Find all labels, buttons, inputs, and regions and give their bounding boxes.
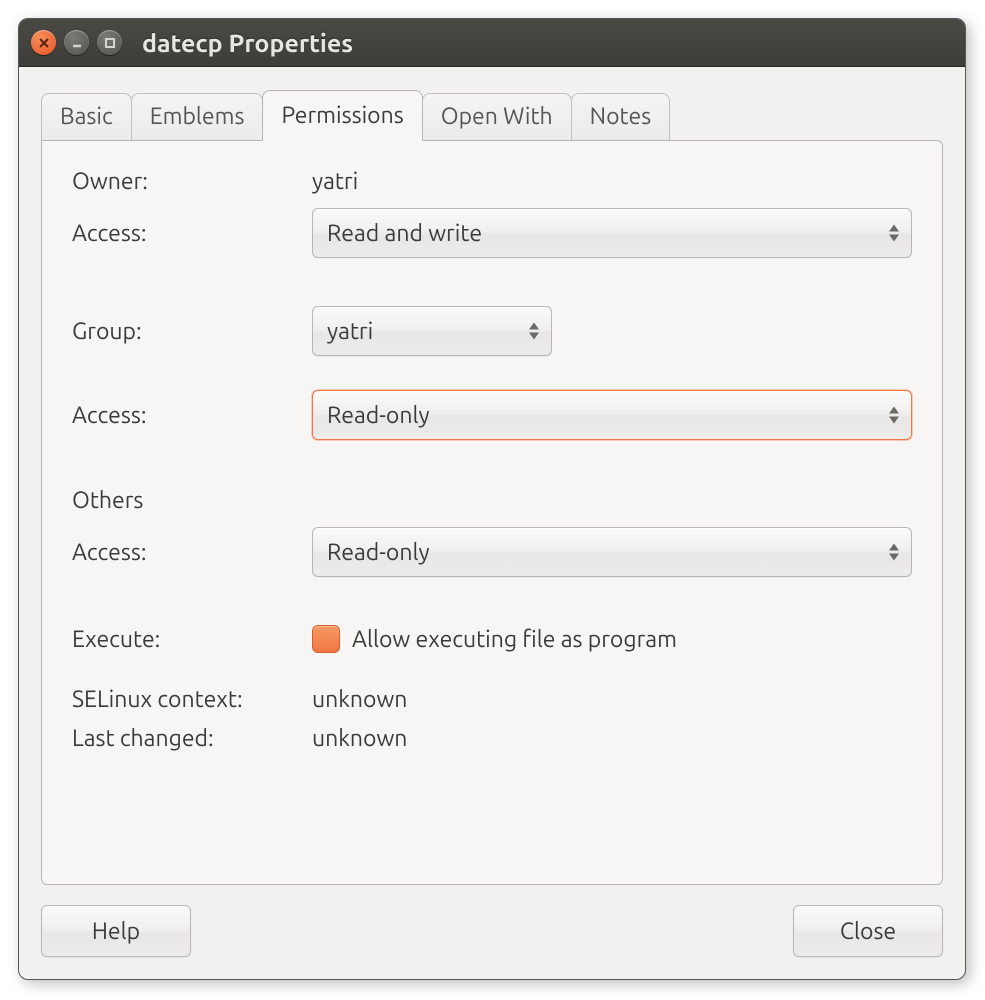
group-access-label: Access: <box>72 403 312 428</box>
selinux-label: SELinux context: <box>72 687 312 712</box>
owner-access-select[interactable]: Read and write <box>312 208 912 258</box>
tab-emblems[interactable]: Emblems <box>131 93 264 141</box>
minimize-icon <box>71 37 83 49</box>
permissions-panel: Owner: yatri Access: Read and write Grou… <box>41 140 943 885</box>
help-button[interactable]: Help <box>41 905 191 957</box>
chevron-spin-icon <box>887 407 901 424</box>
tabstrip: Basic Emblems Permissions Open With Note… <box>41 89 943 140</box>
window-maximize-button[interactable] <box>97 30 122 55</box>
owner-label: Owner: <box>72 169 312 194</box>
owner-value: yatri <box>312 169 912 194</box>
owner-access-value: Read and write <box>327 221 482 246</box>
selinux-value: unknown <box>312 687 912 712</box>
window-minimize-button[interactable] <box>64 30 89 55</box>
execute-label: Execute: <box>72 627 312 652</box>
maximize-icon <box>104 37 116 49</box>
client-area: Basic Emblems Permissions Open With Note… <box>19 67 965 979</box>
chevron-spin-icon <box>527 323 541 340</box>
titlebar[interactable]: datecp Properties <box>19 19 965 67</box>
group-value: yatri <box>327 319 373 344</box>
group-select[interactable]: yatri <box>312 306 552 356</box>
tab-basic[interactable]: Basic <box>41 93 132 141</box>
footer: Help Close <box>41 885 943 957</box>
lastchanged-value: unknown <box>312 726 912 751</box>
lastchanged-label: Last changed: <box>72 726 312 751</box>
others-label: Others <box>72 488 312 513</box>
tab-open-with[interactable]: Open With <box>422 93 572 141</box>
group-access-select[interactable]: Read-only <box>312 390 912 440</box>
others-access-value: Read-only <box>327 540 430 565</box>
chevron-spin-icon <box>887 544 901 561</box>
close-button[interactable]: Close <box>793 905 943 957</box>
execute-checkbox[interactable] <box>312 625 340 653</box>
properties-window: datecp Properties Basic Emblems Permissi… <box>18 18 966 980</box>
close-icon <box>38 37 50 49</box>
window-close-button[interactable] <box>31 30 56 55</box>
window-title: datecp Properties <box>142 29 353 57</box>
group-access-value: Read-only <box>327 403 430 428</box>
tab-notes[interactable]: Notes <box>571 93 671 141</box>
tab-permissions[interactable]: Permissions <box>262 90 422 141</box>
others-access-label: Access: <box>72 540 312 565</box>
execute-checkbox-label[interactable]: Allow executing file as program <box>352 627 677 652</box>
chevron-spin-icon <box>887 225 901 242</box>
others-access-select[interactable]: Read-only <box>312 527 912 577</box>
group-label: Group: <box>72 319 312 344</box>
owner-access-label: Access: <box>72 221 312 246</box>
